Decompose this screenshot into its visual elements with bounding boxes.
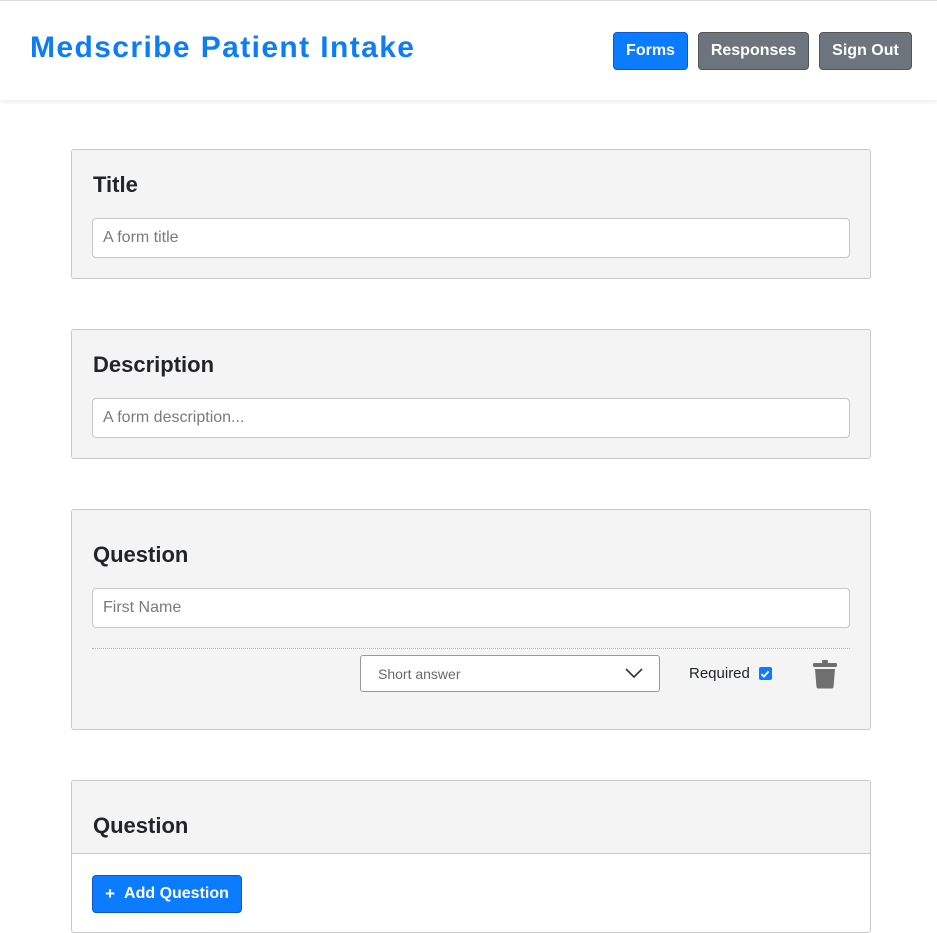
answer-type-value: Short answer bbox=[378, 665, 461, 682]
form-description-input[interactable] bbox=[92, 398, 850, 438]
description-card: Description bbox=[71, 329, 871, 459]
add-question-button[interactable]: + Add Question bbox=[92, 875, 242, 913]
description-heading: Description bbox=[93, 352, 215, 377]
title-card: Title bbox=[71, 149, 871, 279]
form-title-input[interactable] bbox=[92, 218, 850, 258]
question-heading: Question bbox=[93, 542, 189, 567]
required-checkbox[interactable] bbox=[758, 667, 772, 680]
checkmark-icon bbox=[761, 670, 770, 678]
answer-type-select[interactable]: Short answer bbox=[360, 655, 660, 692]
trash-icon[interactable] bbox=[812, 659, 838, 689]
new-question-header bbox=[72, 781, 870, 854]
add-question-label: Add Question bbox=[124, 885, 229, 902]
forms-button[interactable]: Forms bbox=[613, 32, 688, 70]
new-question-heading: Question bbox=[93, 813, 189, 838]
required-label: Required bbox=[689, 665, 750, 682]
question-text-input[interactable] bbox=[92, 588, 850, 628]
new-question-card: Question + Add Question bbox=[71, 780, 871, 933]
sign-out-button[interactable]: Sign Out bbox=[819, 32, 912, 70]
title-heading: Title bbox=[93, 172, 138, 197]
top-navbar: Medscribe Patient Intake Forms Responses… bbox=[0, 0, 937, 100]
plus-icon: + bbox=[105, 884, 116, 903]
responses-button[interactable]: Responses bbox=[698, 32, 809, 70]
brand-title[interactable]: Medscribe Patient Intake bbox=[30, 31, 415, 65]
chevron-down-icon bbox=[625, 668, 643, 679]
question-card: Question Short answer Required bbox=[71, 509, 871, 730]
question-divider bbox=[92, 648, 850, 649]
required-toggle: Required bbox=[689, 665, 772, 682]
